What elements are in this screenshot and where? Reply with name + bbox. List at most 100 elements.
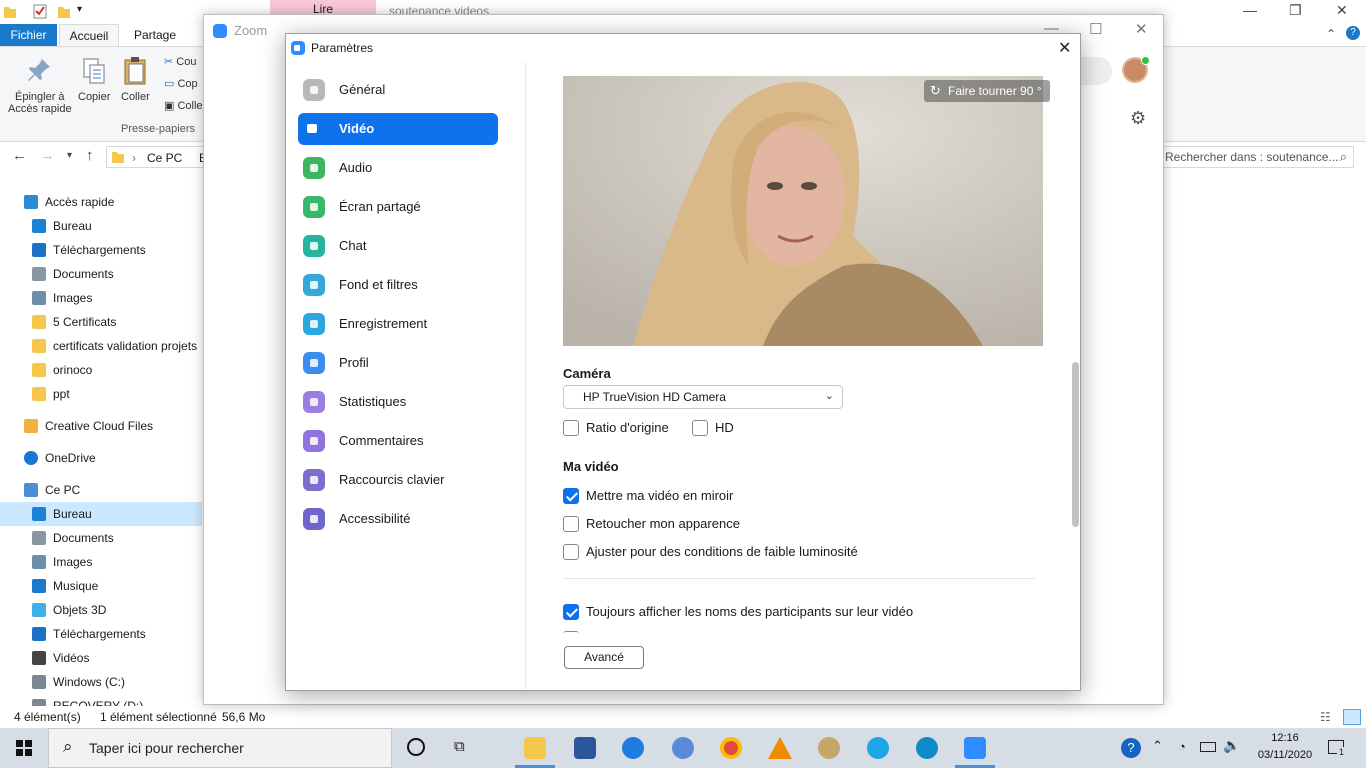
advanced-button[interactable]: Avancé xyxy=(564,646,644,669)
recent-locations-chevron-icon[interactable]: ▾ xyxy=(67,150,72,161)
paste-button[interactable]: Coller xyxy=(121,55,150,103)
sidebar-item-5-certificats[interactable]: 5 Certificats xyxy=(0,310,202,334)
chromium-icon[interactable] xyxy=(672,737,694,759)
mirror-checkbox[interactable] xyxy=(563,488,579,504)
large-icons-view-icon[interactable] xyxy=(1343,709,1361,725)
tab-file[interactable]: Fichier xyxy=(0,24,57,46)
sidebar-item-ppt[interactable]: ppt xyxy=(0,382,202,406)
clock-time[interactable]: 12:16 xyxy=(1255,732,1315,744)
sidebar-item-ce-pc[interactable]: Ce PC xyxy=(0,478,202,502)
close-button[interactable]: ✕ xyxy=(1336,2,1348,19)
cortana-icon[interactable] xyxy=(407,738,425,756)
address-box[interactable]: › Ce PC B xyxy=(106,146,207,168)
maximize-button[interactable]: ☐ xyxy=(1089,20,1102,38)
chrome-icon[interactable] xyxy=(720,737,742,759)
headphones-icon xyxy=(303,157,325,179)
internet-explorer-icon[interactable] xyxy=(867,737,889,759)
copy-path-button[interactable]: ▭ Cop xyxy=(164,77,198,90)
tab-share[interactable]: Partage xyxy=(124,24,186,46)
sidebar-item-musique[interactable]: Musique xyxy=(0,574,202,598)
sidebar-item-recovery-d[interactable]: RECOVERY (D:) xyxy=(0,694,202,706)
close-button[interactable]: ✕ xyxy=(1135,20,1148,38)
cut-button[interactable]: ✂ Cou xyxy=(164,55,196,68)
sidebar-item-creative-cloud-files[interactable]: Creative Cloud Files xyxy=(0,414,202,438)
customize-quick-access-icon[interactable]: ▾ xyxy=(77,4,91,19)
gear-icon[interactable]: ⚙ xyxy=(1130,108,1146,129)
clock-date[interactable]: 03/11/2020 xyxy=(1245,749,1325,761)
scrollbar-track[interactable] xyxy=(1072,62,1079,632)
tab-home[interactable]: Accueil xyxy=(59,24,119,46)
star-icon xyxy=(24,195,38,209)
taskbar-search-input[interactable]: ⌕ Taper ici pour rechercher xyxy=(48,728,392,768)
help-icon[interactable]: ⌃ xyxy=(1326,27,1336,41)
new-folder-icon[interactable] xyxy=(57,4,71,19)
edge-icon[interactable] xyxy=(916,737,938,759)
sidebar-item-windows-c[interactable]: Windows (C:) xyxy=(0,670,202,694)
minimize-button[interactable]: — xyxy=(1243,2,1257,18)
battery-icon[interactable] xyxy=(1200,742,1216,752)
sidebar-item-téléchargements[interactable]: Téléchargements xyxy=(0,238,202,262)
help-tray-icon[interactable]: ? xyxy=(1121,738,1141,758)
details-view-icon[interactable]: ☷ xyxy=(1320,706,1331,728)
edge-legacy-icon[interactable] xyxy=(622,737,644,759)
sidebar-item-bureau[interactable]: Bureau xyxy=(0,502,202,526)
explorer-search-input[interactable]: Rechercher dans : soutenance... ⌕ xyxy=(1160,146,1354,168)
pin-quick-access-button[interactable]: Épingler à Accès rapide xyxy=(8,55,72,115)
rotate-90-button[interactable]: ↻ Faire tourner 90 ° xyxy=(924,80,1050,102)
sidebar-item-objets-3d[interactable]: Objets 3D xyxy=(0,598,202,622)
paint-icon[interactable] xyxy=(818,737,840,759)
sidebar-item-images[interactable]: Images xyxy=(0,286,202,310)
help-button[interactable]: ? xyxy=(1346,26,1360,40)
hd-checkbox[interactable] xyxy=(692,420,708,436)
sidebar-item-images[interactable]: Images xyxy=(0,550,202,574)
camera-select[interactable]: HP TrueVision HD Camera ⌄ xyxy=(563,385,843,409)
names-checkbox[interactable] xyxy=(563,604,579,620)
sidebar-item-1[interactable]: Général xyxy=(298,74,498,106)
sidebar-item-8[interactable]: Profil xyxy=(298,347,498,379)
back-arrow-icon[interactable]: ← xyxy=(12,147,27,164)
sidebar-item-onedrive[interactable]: OneDrive xyxy=(0,446,202,470)
paste-shortcut-button[interactable]: ▣ Colle xyxy=(164,99,203,112)
sidebar-item-orinoco[interactable]: orinoco xyxy=(0,358,202,382)
zoom-taskbar-icon[interactable] xyxy=(964,737,986,759)
scrollbar-thumb[interactable] xyxy=(1072,362,1079,527)
task-view-icon[interactable]: ⧉ xyxy=(454,738,465,755)
zoom-logo-icon xyxy=(291,41,305,55)
show-hidden-icons-chevron-icon[interactable]: ⌃ xyxy=(1152,738,1163,754)
sidebar-item-11[interactable]: Raccourcis clavier xyxy=(298,464,498,496)
sidebar-item-documents[interactable]: Documents xyxy=(0,262,202,286)
sidebar-item-bureau[interactable]: Bureau xyxy=(0,214,202,238)
file-explorer-icon[interactable] xyxy=(524,737,546,759)
sidebar-item-7[interactable]: Enregistrement xyxy=(298,308,498,340)
close-button[interactable]: ✕ xyxy=(1058,38,1071,58)
sidebar-item-12[interactable]: Accessibilité xyxy=(298,503,498,535)
lowlight-checkbox[interactable] xyxy=(563,544,579,560)
sidebar-item-documents[interactable]: Documents xyxy=(0,526,202,550)
sidebar-item-6[interactable]: Fond et filtres xyxy=(298,269,498,301)
ratio-checkbox[interactable] xyxy=(563,420,579,436)
sidebar-item-2[interactable]: Vidéo xyxy=(298,113,498,145)
volume-icon[interactable]: 🔈 xyxy=(1223,737,1240,754)
restore-button[interactable]: ❐ xyxy=(1289,2,1302,19)
network-icon[interactable]: ◔ xyxy=(1178,739,1186,754)
next-checkbox-partial[interactable] xyxy=(563,631,579,634)
up-arrow-icon[interactable]: ↑ xyxy=(86,147,94,164)
forward-arrow-icon[interactable]: → xyxy=(40,147,55,164)
copy-button[interactable]: Copier xyxy=(78,55,110,103)
sidebar-item-certificats-validation-projets[interactable]: certificats validation projets xyxy=(0,334,202,358)
word-icon[interactable] xyxy=(574,737,596,759)
paste-shortcut-label: Colle xyxy=(177,100,203,112)
sidebar-item-9[interactable]: Statistiques xyxy=(298,386,498,418)
sidebar-item-3[interactable]: Audio xyxy=(298,152,498,184)
touchup-checkbox[interactable] xyxy=(563,516,579,532)
properties-icon[interactable] xyxy=(33,4,47,19)
vlc-icon[interactable] xyxy=(768,737,792,759)
start-button[interactable] xyxy=(0,728,48,768)
sidebar-item-10[interactable]: Commentaires xyxy=(298,425,498,457)
sidebar-item-accès-rapide[interactable]: Accès rapide xyxy=(0,190,202,214)
sidebar-item-4[interactable]: Écran partagé xyxy=(298,191,498,223)
sidebar-item-vidéos[interactable]: Vidéos xyxy=(0,646,202,670)
folder-icon[interactable] xyxy=(3,4,17,19)
sidebar-item-5[interactable]: Chat xyxy=(298,230,498,262)
sidebar-item-téléchargements[interactable]: Téléchargements xyxy=(0,622,202,646)
